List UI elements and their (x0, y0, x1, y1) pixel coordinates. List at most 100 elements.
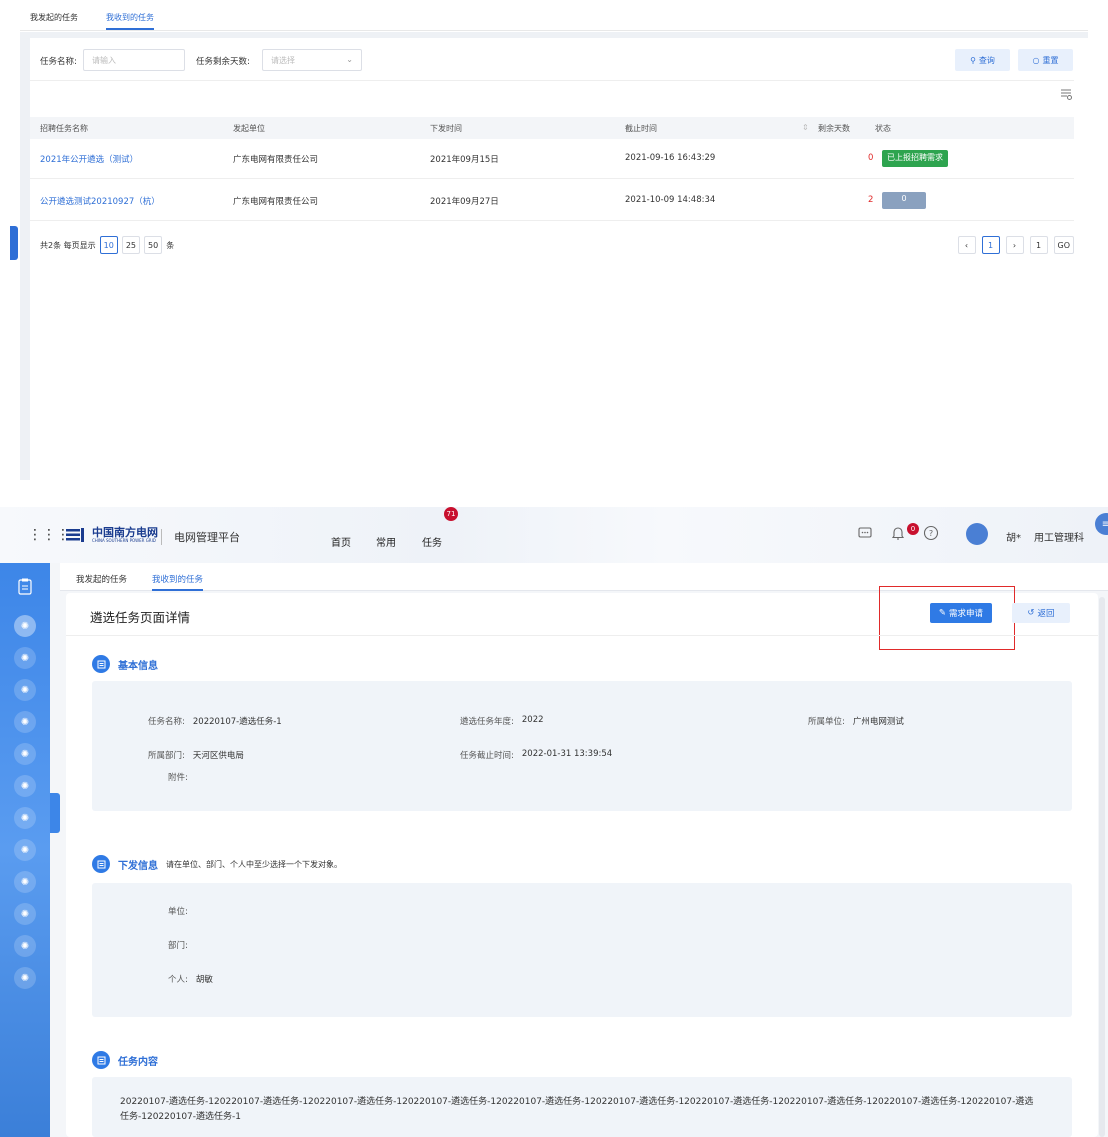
column-header-status: 状态 (875, 124, 891, 133)
pagination-summary: 共2条 每页显示 (40, 240, 96, 250)
page-scrollbar[interactable] (1099, 597, 1105, 1137)
task-name-link[interactable]: 2021年公开遴选（测试） (40, 153, 138, 165)
document-icon (92, 655, 110, 673)
sidebar-item-4[interactable]: ✺ (14, 711, 36, 733)
corner-menu-icon[interactable]: ≡ (1095, 513, 1108, 535)
tab-initiated-tasks[interactable]: 我发起的任务 (76, 569, 127, 591)
task-name-input[interactable]: 请输入 (83, 49, 185, 71)
page-size-10[interactable]: 10 (99, 236, 118, 254)
tab-received-tasks[interactable]: 我收到的任务 (152, 569, 204, 591)
user-department[interactable]: 用工管理科 (1034, 529, 1084, 544)
avatar[interactable] (966, 523, 988, 545)
lightbulb-icon: ✺ (20, 812, 30, 824)
task-detail-screen: ⋮⋮⋮ 中国南方电网 CHINA SOUTHERN POWER GRID 电网管… (0, 507, 1108, 1137)
logo-subtext: CHINA SOUTHERN POWER GRID (92, 538, 156, 543)
sort-icon[interactable]: ⇕ (802, 123, 809, 132)
clipboard-icon[interactable] (16, 577, 34, 595)
sidebar-item-12[interactable]: ✺ (14, 967, 36, 989)
tab-received-tasks[interactable]: 我收到的任务 (106, 8, 154, 30)
remaining-days-cell: 0 (868, 153, 874, 163)
bell-icon[interactable] (890, 525, 906, 541)
issue-department-label: 部门: (168, 941, 188, 951)
go-button[interactable]: GO (1053, 236, 1074, 254)
sidebar-item-8[interactable]: ✺ (14, 839, 36, 861)
issue-info-hint: 请在单位、部门、个人中至少选择一个下发对象。 (166, 859, 342, 869)
issue-info-header: 下发信息 请在单位、部门、个人中至少选择一个下发对象。 (92, 855, 342, 873)
task-count-badge: 71 (444, 507, 458, 521)
remaining-days-select[interactable]: 请选择 ⌄ (262, 49, 362, 71)
sidebar: ✺ ✺ ✺ ✺ ✺ ✺ ✺ ✺ ✺ ✺ ✺ ✺ (0, 563, 50, 1137)
svg-text:?: ? (929, 529, 933, 538)
sidebar-toggle-handle[interactable] (10, 226, 18, 260)
highlight-box (879, 586, 1015, 650)
notification-badge: 0 (907, 523, 919, 535)
status-badge: 0 (882, 192, 926, 209)
issue-person-field: 个人: 胡敏 (168, 973, 213, 985)
page-title: 遴选任务页面详情 (90, 610, 191, 625)
sidebar-item-3[interactable]: ✺ (14, 679, 36, 701)
back-arrow-icon: ↺ (1027, 608, 1035, 618)
nav-common[interactable]: 常用 (376, 534, 396, 549)
user-name[interactable]: 胡* (1006, 529, 1021, 544)
task-content-text: 20220107-遴选任务-120220107-遴选任务-120220107-遴… (120, 1097, 1034, 1122)
pagination-controls: ‹ 1 › 1 GO (957, 236, 1074, 254)
attachment-field: 附件: (168, 771, 188, 783)
app-grid-icon[interactable]: ⋮⋮⋮ (28, 527, 70, 543)
task-name-label: 任务名称: (148, 717, 185, 727)
reset-button[interactable]: ○ 重置 (1018, 49, 1073, 71)
back-button[interactable]: ↺ 返回 (1012, 603, 1070, 623)
sidebar-item-6[interactable]: ✺ (14, 775, 36, 797)
deadline-cell: 2021-09-16 16:43:29 (625, 153, 716, 163)
tab-initiated-tasks[interactable]: 我发起的任务 (30, 8, 78, 30)
logo-text-group: 中国南方电网 CHINA SOUTHERN POWER GRID (92, 527, 158, 543)
tab-divider (20, 30, 1088, 31)
lightbulb-icon: ✺ (20, 876, 30, 888)
search-icon: ⚲ (970, 55, 976, 65)
task-year-field: 遴选任务年度: 2022 (460, 715, 544, 727)
table-row: 2021年公开遴选（测试） 广东电网有限责任公司 2021年09月15日 202… (30, 139, 1074, 179)
next-page-button[interactable]: › (1005, 236, 1024, 254)
page-size-unit: 条 (166, 240, 175, 250)
page-1-button[interactable]: 1 (981, 236, 1000, 254)
prev-page-button[interactable]: ‹ (957, 236, 976, 254)
message-icon[interactable] (857, 525, 873, 541)
goto-page-input[interactable]: 1 (1029, 236, 1048, 254)
sidebar-item-10[interactable]: ✺ (14, 903, 36, 925)
sidebar-item-5[interactable]: ✺ (14, 743, 36, 765)
issue-person-label: 个人: (168, 975, 188, 985)
sidebar-item-1[interactable]: ✺ (14, 615, 36, 637)
task-name-link[interactable]: 公开遴选测试20210927（杭） (40, 195, 160, 207)
task-name-field: 任务名称: 20220107-遴选任务-1 (148, 715, 282, 727)
issue-department-field: 部门: (168, 939, 188, 951)
lightbulb-icon: ✺ (20, 684, 30, 696)
lightbulb-icon: ✺ (20, 940, 30, 952)
sidebar-expand-handle[interactable] (50, 793, 60, 833)
page-size-50[interactable]: 50 (144, 236, 163, 254)
unit-value: 广州电网测试 (852, 717, 904, 727)
header-divider (161, 529, 162, 545)
issue-unit-field: 单位: (168, 905, 188, 917)
page-size-25[interactable]: 25 (121, 236, 141, 254)
column-header-task-name: 招聘任务名称 (40, 124, 88, 133)
logo: 中国南方电网 CHINA SOUTHERN POWER GRID (66, 527, 158, 543)
nav-home[interactable]: 首页 (331, 534, 351, 549)
back-button-label: 返回 (1037, 609, 1055, 619)
sidebar-item-9[interactable]: ✺ (14, 871, 36, 893)
lightbulb-icon: ✺ (20, 908, 30, 920)
sidebar-item-2[interactable]: ✺ (14, 647, 36, 669)
column-header-unit: 发起单位 (233, 124, 265, 133)
title-divider (66, 635, 1098, 636)
issue-person-value: 胡敏 (195, 975, 213, 985)
nav-tasks[interactable]: 任务 (422, 534, 442, 549)
lightbulb-icon: ✺ (20, 716, 30, 728)
task-name-label: 任务名称: (40, 57, 77, 67)
column-settings-icon[interactable] (1060, 88, 1072, 100)
help-icon[interactable]: ? (923, 525, 939, 541)
remaining-days-cell: 2 (868, 195, 874, 205)
unit-label: 所属单位: (808, 717, 845, 727)
deadline-cell: 2021-10-09 14:48:34 (625, 195, 716, 205)
query-button[interactable]: ⚲ 查询 (955, 49, 1010, 71)
sidebar-item-11[interactable]: ✺ (14, 935, 36, 957)
filter-divider (30, 80, 1074, 81)
sidebar-item-7[interactable]: ✺ (14, 807, 36, 829)
